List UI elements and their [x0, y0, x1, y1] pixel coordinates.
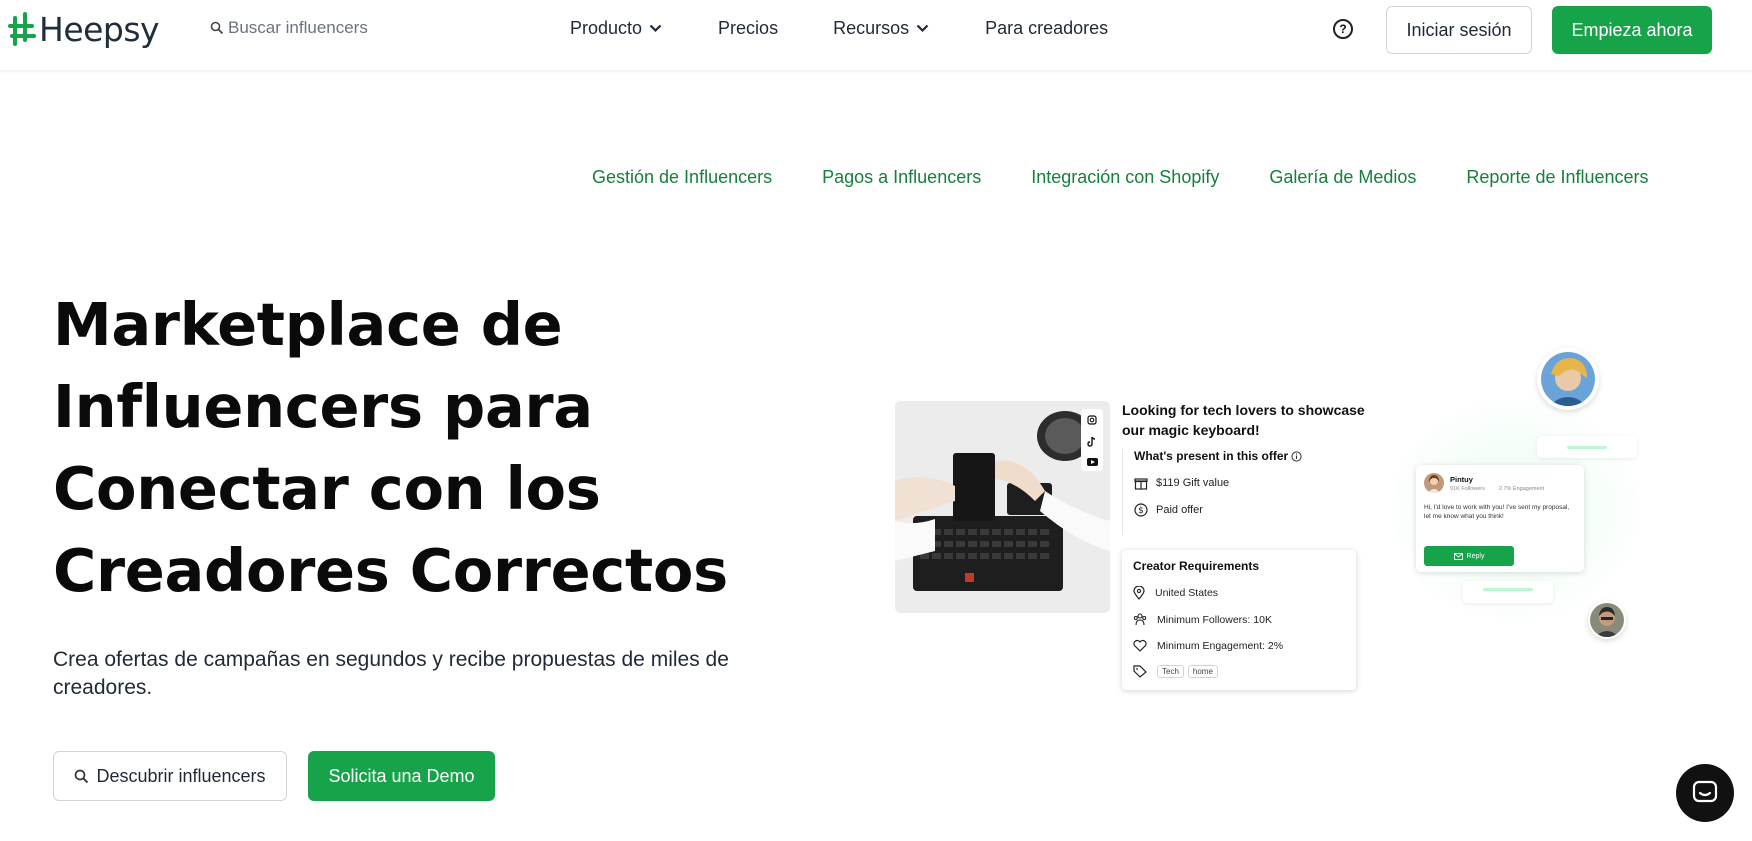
requirements-heading: Creator Requirements [1133, 559, 1260, 573]
avatar [1537, 348, 1599, 410]
help-icon[interactable]: ? [1333, 19, 1353, 39]
heart-icon [1133, 639, 1147, 652]
chat-support-button[interactable] [1676, 764, 1734, 822]
tag-icon [1133, 665, 1147, 678]
tags-row: Tech home [1133, 665, 1345, 678]
header-search[interactable]: Buscar influencers [210, 18, 368, 38]
subnav-galeria[interactable]: Galería de Medios [1269, 167, 1416, 188]
location-row: United States [1133, 586, 1345, 600]
youtube-icon [1086, 457, 1098, 466]
offer-title: Looking for tech lovers to showcase our … [1122, 402, 1365, 438]
gift-value-text: $119 Gift value [1156, 477, 1230, 489]
info-icon [1291, 450, 1302, 462]
subnav-pagos[interactable]: Pagos a Influencers [822, 167, 981, 188]
product-subnav: Gestión de Influencers Pagos a Influence… [592, 167, 1649, 188]
logo-mark-icon [8, 11, 36, 48]
login-button[interactable]: Iniciar sesión [1386, 6, 1532, 54]
hero-title-line: Influencers para [53, 372, 593, 441]
search-icon [210, 21, 224, 35]
gift-value-row: $119 Gift value [1123, 476, 1352, 490]
hero-title-line: Marketplace de [53, 290, 563, 359]
tag-chip: home [1187, 665, 1218, 678]
creator-followers: 91K Followers [1450, 485, 1485, 492]
request-demo-button[interactable]: Solicita una Demo [308, 751, 495, 801]
min-engagement-text: Minimum Engagement: 2% [1157, 639, 1284, 652]
offer-heading-text: What's present in this offer [1134, 449, 1289, 463]
location-text: United States [1155, 587, 1219, 599]
hero-title: Marketplace de Influencers para Conectar… [53, 284, 773, 612]
paid-offer-row: $ Paid offer [1123, 503, 1352, 517]
hero-title-line: Creadores Correctos [53, 536, 728, 605]
subnav-gestion[interactable]: Gestión de Influencers [592, 167, 772, 188]
dollar-icon: $ [1134, 503, 1148, 517]
nav-para-creadores-label: Para creadores [985, 18, 1109, 38]
svg-text:$: $ [1138, 506, 1144, 516]
creator-stats: 91K Followers 2.7% Engagement [1450, 486, 1544, 492]
followers-icon [1133, 613, 1147, 626]
location-icon [1133, 586, 1145, 600]
chat-message: Hi, I'd love to work with you! I've sent… [1424, 504, 1570, 520]
logo-text: Heepsy [39, 10, 160, 49]
keyboard-photo [895, 401, 1110, 613]
hero-title-line: Conectar con los [53, 454, 601, 523]
proposal-chat-card: Pintuy 91K Followers 2.7% Engagement Hi,… [1416, 465, 1584, 572]
chevron-down-icon [916, 24, 929, 33]
search-placeholder: Buscar influencers [228, 18, 368, 37]
top-navigation-bar: Heepsy Buscar influencers Producto Preci… [0, 0, 1752, 70]
discover-influencers-button[interactable]: Descubrir influencers [53, 751, 287, 801]
offer-details: What's present in this offer $119 Gift v… [1122, 449, 1352, 535]
mail-icon [1453, 552, 1463, 560]
social-icons [1081, 409, 1103, 471]
heepsy-logo[interactable]: Heepsy [8, 10, 160, 49]
subnav-shopify[interactable]: Integración con Shopify [1031, 167, 1219, 188]
nav-para-creadores[interactable]: Para creadores [985, 18, 1108, 39]
placeholder-pill [1537, 436, 1637, 458]
main-nav: Producto Precios Recursos Para creadores [570, 18, 1108, 39]
tiktok-icon [1087, 436, 1096, 447]
placeholder-pill [1463, 581, 1553, 603]
paid-offer-text: Paid offer [1156, 504, 1203, 516]
offer-heading: What's present in this offer [1123, 449, 1352, 463]
min-followers-text: Minimum Followers: 10K [1157, 613, 1272, 626]
chevron-down-icon [649, 24, 662, 33]
nav-producto[interactable]: Producto [570, 18, 662, 39]
gift-icon [1134, 478, 1148, 490]
start-now-button[interactable]: Empieza ahora [1552, 6, 1712, 54]
nav-precios[interactable]: Precios [718, 18, 778, 39]
reply-button[interactable]: Reply [1424, 546, 1514, 566]
creator-engagement: 2.7% Engagement [1498, 485, 1545, 492]
engagement-row: Minimum Engagement: 2% [1133, 639, 1345, 652]
nav-recursos-label: Recursos [833, 18, 910, 38]
reply-label: Reply [1466, 552, 1485, 560]
followers-row: Minimum Followers: 10K [1133, 613, 1345, 626]
nav-precios-label: Precios [718, 18, 779, 38]
avatar [1588, 601, 1626, 639]
creator-requirements-card: Creator Requirements United States Minim… [1122, 550, 1356, 690]
subnav-reporte[interactable]: Reporte de Influencers [1466, 167, 1648, 188]
avatar [1424, 473, 1444, 493]
nav-producto-label: Producto [570, 18, 643, 38]
creator-name: Pintuy [1450, 474, 1473, 484]
tag-chip: Tech [1157, 665, 1184, 678]
instagram-icon [1087, 414, 1097, 425]
discover-influencers-label: Descubrir influencers [96, 765, 266, 786]
search-icon [75, 769, 89, 783]
chat-icon [1692, 780, 1718, 803]
nav-recursos[interactable]: Recursos [833, 18, 929, 39]
hero-subtitle: Crea ofertas de campañas en segundos y r… [53, 648, 729, 699]
